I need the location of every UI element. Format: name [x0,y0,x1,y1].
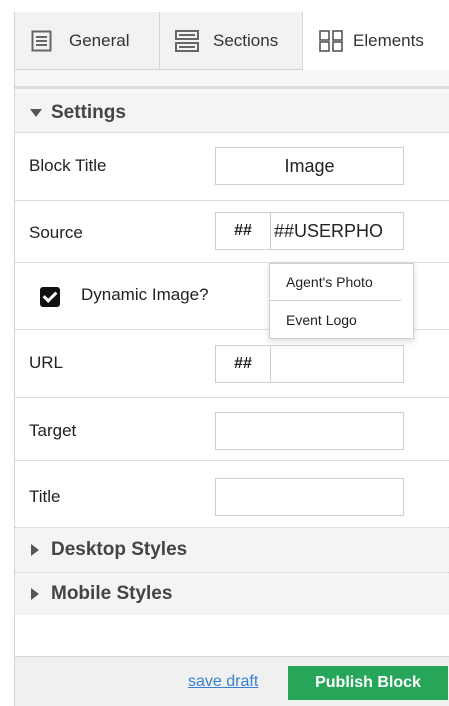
tab-bar: General Sections Elements [15,12,449,70]
caret-down-icon [30,109,42,117]
url-row: URL ## [15,329,449,397]
dynamic-image-label: Dynamic Image? [81,285,209,304]
source-value: ##USERPHO [274,221,384,241]
title-label: Title [29,487,61,506]
tab-elements[interactable]: Elements [303,12,449,70]
mobile-styles-header[interactable]: Mobile Styles [15,572,449,615]
block-title-label: Block Title [29,156,107,175]
elements-grid-icon [319,29,345,52]
source-row: Source ## ##USERPHO [15,200,449,262]
tab-elements-label: Elements [353,30,424,50]
checkbox-checked-icon[interactable] [40,287,60,307]
caret-right-icon [31,588,39,600]
dropdown-option-agents-photo[interactable]: Agent's Photo [270,264,401,301]
save-draft-link[interactable]: save draft [188,673,258,691]
target-input[interactable] [215,412,404,450]
tab-sections[interactable]: Sections [160,12,303,70]
caret-right-icon [31,544,39,556]
editor-panel: General Sections Elements Settings Block… [14,12,449,706]
panel-divider [15,70,449,94]
sections-icon [175,30,201,52]
title-input[interactable] [215,478,404,516]
tab-general[interactable]: General [15,12,160,70]
url-value [271,346,403,382]
block-title-input[interactable]: Image [215,147,404,185]
target-label: Target [29,421,77,440]
desktop-styles-label: Desktop Styles [51,539,188,560]
tab-general-label: General [69,31,130,50]
settings-header-label: Settings [51,102,126,123]
source-label: Source [29,223,83,242]
source-input[interactable]: ## ##USERPHO [215,212,404,250]
url-input[interactable]: ## [215,345,404,383]
source-hash-button[interactable]: ## [216,213,271,249]
title-row: Title [15,460,449,527]
general-icon [31,30,57,52]
settings-header[interactable]: Settings [15,94,449,132]
publish-block-button[interactable]: Publish Block [288,666,448,700]
source-dropdown: Agent's Photo Event Logo [269,263,414,339]
block-title-row: Block Title Image [15,132,449,200]
tab-sections-label: Sections [213,31,279,50]
mobile-styles-label: Mobile Styles [51,583,173,604]
block-title-value: Image [284,156,335,176]
desktop-styles-header[interactable]: Desktop Styles [15,527,449,572]
target-row: Target [15,397,449,460]
dropdown-option-event-logo[interactable]: Event Logo [270,302,401,339]
url-label: URL [29,353,64,372]
footer-bar: save draft Publish Block [15,656,449,706]
url-hash-button[interactable]: ## [216,346,271,382]
